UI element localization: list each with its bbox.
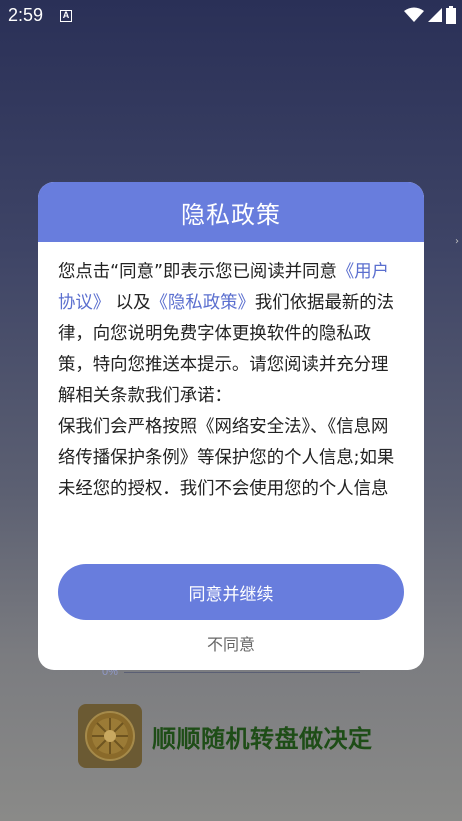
notification-a-icon: A bbox=[60, 10, 72, 22]
background-progress-bar bbox=[124, 672, 360, 673]
privacy-paragraph-2: 保我们会严格按照《网络安全法》、《信息网络传播保护条例》等保护您的个人信息;如果… bbox=[58, 417, 395, 499]
status-icons bbox=[404, 6, 456, 24]
background-edge-mark: › bbox=[455, 236, 459, 247]
wheel-logo-icon bbox=[78, 704, 142, 768]
battery-icon bbox=[446, 6, 456, 24]
privacy-paragraph-1: 您点击“同意”即表示您已阅读并同意《用户协议》 以及《隐私政策》我们依据最新的法… bbox=[58, 257, 404, 412]
agree-and-continue-button[interactable]: 同意并继续 bbox=[58, 564, 404, 620]
dialog-body[interactable]: 您点击“同意”即表示您已阅读并同意《用户协议》 以及《隐私政策》我们依据最新的法… bbox=[58, 257, 404, 523]
signal-icon bbox=[428, 8, 442, 22]
status-time: 2:59 bbox=[8, 5, 44, 25]
dialog-header: 隐私政策 bbox=[38, 182, 424, 242]
privacy-policy-link[interactable]: 《隐私政策》 bbox=[151, 293, 255, 313]
and-text: 以及 bbox=[115, 293, 151, 313]
wifi-icon bbox=[404, 7, 424, 22]
disagree-button[interactable]: 不同意 bbox=[38, 630, 424, 660]
background-footer: 顺顺随机转盘做决定 bbox=[78, 704, 373, 768]
status-bar: 2:59 A bbox=[0, 0, 462, 32]
intro-prefix: 您点击“同意”即表示您已阅读并同意 bbox=[58, 262, 337, 282]
dialog-title: 隐私政策 bbox=[181, 200, 281, 229]
privacy-dialog: 隐私政策 您点击“同意”即表示您已阅读并同意《用户协议》 以及《隐私政策》我们依… bbox=[38, 182, 424, 670]
background-app-title: 顺顺随机转盘做决定 bbox=[152, 724, 373, 753]
